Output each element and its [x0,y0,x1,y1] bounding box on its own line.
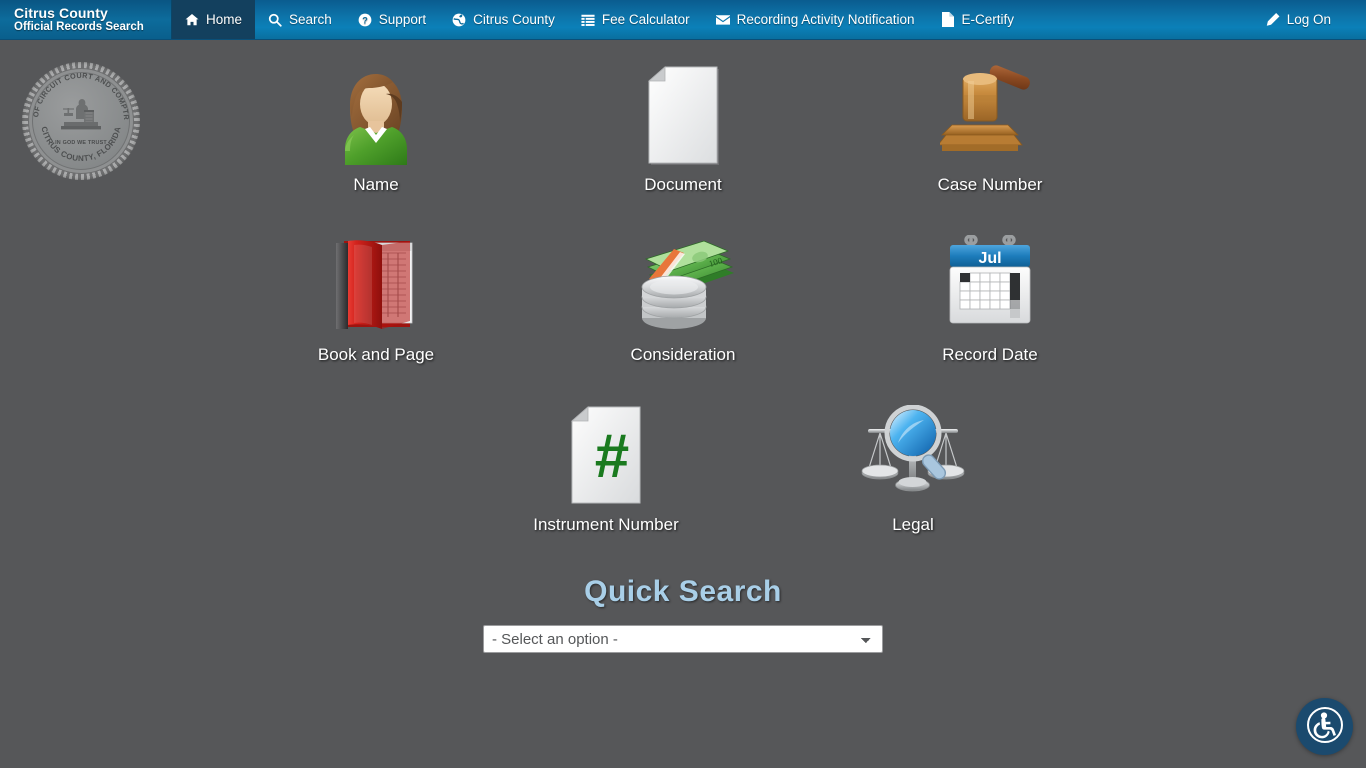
nav-item-recording-activity-notification[interactable]: Recording Activity Notification [703,0,928,39]
nav-item-e-certify[interactable]: E-Certify [928,0,1028,39]
tile-label: Book and Page [317,345,435,364]
tile-book-and-page[interactable]: Book and Page [223,226,530,396]
tile-label: Instrument Number [533,515,679,534]
nav-label-fee-calculator: Fee Calculator [601,12,690,27]
gavel-icon [935,60,1045,170]
nav-item-log-on[interactable]: Log On [1253,0,1344,39]
tile-instrument-number[interactable]: # Instrument Number [453,396,760,566]
person-icon [321,60,431,170]
nav-label-home: Home [206,12,243,27]
tile-legal[interactable]: Legal [760,396,1067,566]
nav-label-citrus-county: Citrus County [473,12,555,27]
nav-right-group: Log On [1253,0,1366,39]
tile-record-date[interactable]: Jul Record Date [837,226,1144,396]
nav-item-home[interactable]: Home [172,0,256,39]
nav-label-support: Support [378,12,427,27]
tile-row: Book and Page 100 Consideration Jul Reco… [0,226,1366,396]
list-icon [581,13,595,27]
home-icon [185,13,199,27]
tile-row: # Instrument Number Legal [0,396,1366,566]
nav-label-search: Search [289,12,332,27]
tile-label: Case Number [937,175,1043,194]
tile-consideration[interactable]: 100 Consideration [530,226,837,396]
accessibility-button[interactable] [1296,698,1353,755]
tile-label: Legal [892,515,934,534]
wheelchair-icon [1305,705,1345,748]
brand-subtitle: Official Records Search [14,20,144,33]
tile-label: Record Date [942,345,1038,364]
tile-document[interactable]: Document [530,56,837,226]
nav-item-fee-calculator[interactable]: Fee Calculator [568,0,703,39]
question-icon: ? [358,13,372,27]
tile-case-number[interactable]: Case Number [837,56,1144,226]
nav-items: Home Search ? Support Citrus County Fee … [172,0,1027,39]
calendar-month-text: Jul [978,250,1001,267]
brand-logo[interactable]: Citrus County Official Records Search [0,0,172,39]
tile-name[interactable]: Name [223,56,530,226]
svg-text:?: ? [362,15,368,25]
file-icon [941,12,955,27]
search-icon [268,13,282,27]
money-icon: 100 [628,230,738,340]
tile-label: Consideration [630,345,736,364]
book-icon [321,230,431,340]
document-icon [628,60,738,170]
nav-label-recording-activity-notification: Recording Activity Notification [736,12,915,27]
tile-label: Document [644,175,722,194]
quick-search-section: Quick Search - Select an option - [0,575,1366,653]
quick-search-select[interactable]: - Select an option - [483,625,883,653]
svg-text:#: # [595,422,629,491]
nav-label-log-on: Log On [1286,12,1331,27]
top-navbar: Citrus County Official Records Search Ho… [0,0,1366,40]
tile-label: Name [353,175,399,194]
quick-search-title: Quick Search [584,575,782,608]
nav-item-support[interactable]: ? Support [345,0,439,39]
nav-label-e-certify: E-Certify [961,12,1015,27]
nav-item-search[interactable]: Search [255,0,345,39]
calendar-icon: Jul [935,230,1045,340]
search-tiles-grid: Name Document Case Number Book and Page … [0,56,1366,566]
tile-row: Name Document Case Number [0,56,1366,226]
pencil-icon [1266,13,1280,27]
scales-magnifier-icon [858,400,968,510]
envelope-icon [715,13,730,27]
hash-document-icon: # [551,400,661,510]
nav-item-citrus-county[interactable]: Citrus County [439,0,568,39]
globe-icon [452,13,466,27]
brand-title: Citrus County [14,4,108,21]
